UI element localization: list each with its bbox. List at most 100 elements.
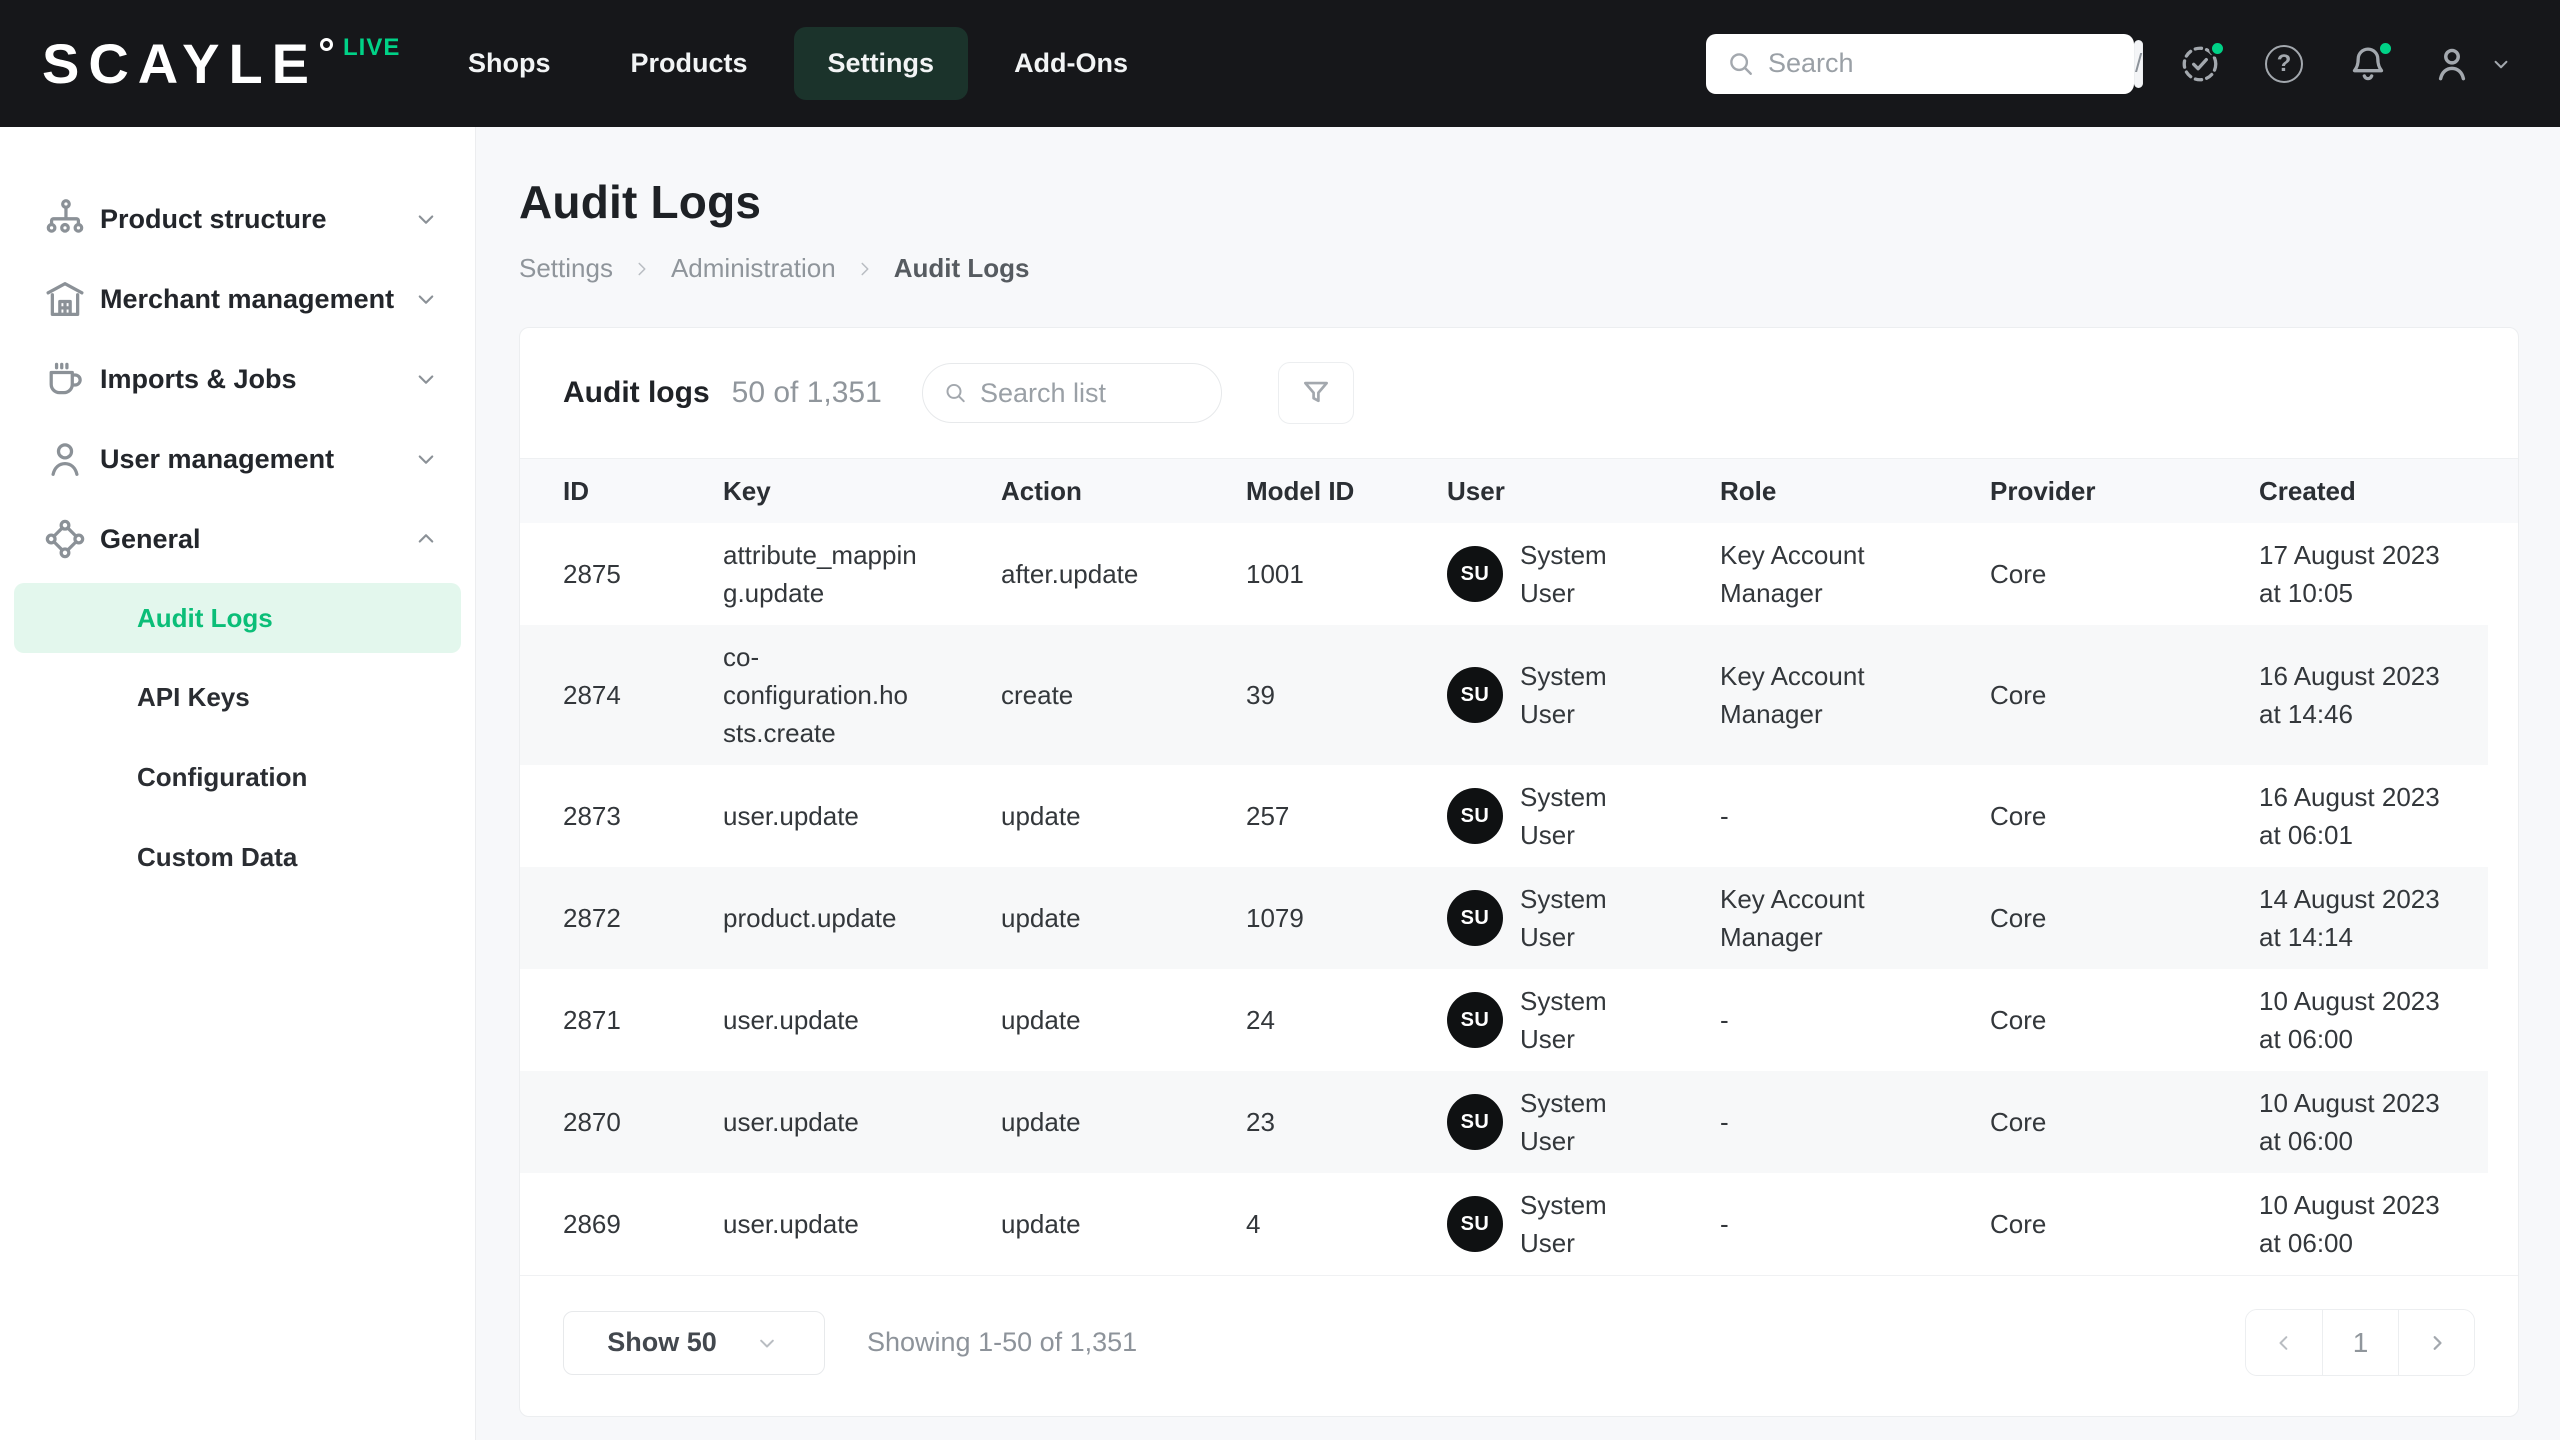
cell-provider: Core — [1990, 1005, 2047, 1035]
cell-created: 16 August 2023 at 06:01 — [2259, 782, 2440, 850]
sidebar-item-api-keys[interactable]: API Keys — [0, 657, 475, 737]
showing-range-text: Showing 1-50 of 1,351 — [867, 1327, 1138, 1357]
help-button[interactable]: ? — [2262, 42, 2306, 86]
cell-id: 2872 — [520, 867, 723, 969]
cell-action: create — [1001, 625, 1246, 765]
chevron-down-icon — [2494, 60, 2508, 68]
cell-role: Key Account Manager — [1720, 625, 1990, 765]
cell-action: update — [1001, 1071, 1246, 1173]
cell-user: SU System User — [1447, 867, 1720, 969]
column-header-key[interactable]: Key — [723, 458, 1001, 523]
chevron-down-icon — [411, 284, 441, 314]
current-page-button[interactable]: 1 — [2322, 1310, 2398, 1375]
cell-action: update — [1001, 1209, 1081, 1239]
nodes-icon — [42, 516, 92, 562]
table-row[interactable]: 2871 user.update update 24 SU System User… — [520, 969, 2518, 1071]
sidebar-item-imports-jobs[interactable]: Imports & Jobs — [0, 339, 475, 419]
next-page-button[interactable] — [2398, 1310, 2474, 1375]
sidebar-item-custom-data[interactable]: Custom Data — [0, 817, 475, 897]
page-size-select[interactable]: Show 50 — [563, 1310, 825, 1375]
cell-provider: Core — [1990, 559, 2047, 589]
column-header-action[interactable]: Action — [1001, 458, 1246, 523]
tasks-status-button[interactable] — [2178, 39, 2226, 86]
column-header-created[interactable]: Created — [2259, 458, 2488, 523]
global-search[interactable]: / — [1706, 33, 2144, 94]
cell-role: - — [1720, 1005, 1729, 1035]
row-spacer — [2488, 969, 2518, 1071]
cell-role: - — [1720, 1071, 1990, 1173]
chevron-down-icon — [411, 204, 441, 234]
cell-action: update — [1001, 867, 1246, 969]
table-row[interactable]: 2874 co-configuration.hosts.create creat… — [520, 625, 2518, 765]
cell-key: product.update — [723, 867, 1001, 969]
cell-model-id: 24 — [1246, 1005, 1275, 1035]
cell-created: 17 August 2023 at 10:05 — [2259, 540, 2440, 608]
cell-id: 2875 — [563, 559, 621, 589]
cell-model-id: 23 — [1246, 1071, 1447, 1173]
cell-key: co-configuration.hosts.create — [723, 625, 1001, 765]
cell-provider: Core — [1990, 625, 2259, 765]
global-search-input[interactable] — [1756, 48, 2134, 79]
notifications-button[interactable] — [2346, 39, 2394, 86]
table-row[interactable]: 2869 user.update update 4 SU System User … — [520, 1173, 2518, 1275]
column-header-provider[interactable]: Provider — [1990, 458, 2259, 523]
cell-user: SU System User — [1447, 625, 1720, 765]
search-icon — [1730, 52, 1752, 75]
scayle-logo[interactable]: SCAYLE LIVE — [0, 32, 434, 96]
store-icon — [42, 276, 92, 322]
table-row[interactable]: 2872 product.update update 1079 SU System… — [520, 867, 2518, 969]
logo-ring-icon — [320, 37, 334, 51]
cell-created: 10 August 2023 at 06:00 — [2259, 1071, 2488, 1173]
cell-key: user.update — [723, 1209, 859, 1239]
column-header-user[interactable]: User — [1447, 458, 1720, 523]
avatar: SU — [1447, 546, 1503, 602]
breadcrumb-administration[interactable]: Administration — [671, 253, 836, 284]
user-menu-button[interactable] — [2430, 42, 2514, 86]
cell-created: 10 August 2023 at 06:00 — [2259, 986, 2440, 1054]
cell-user: SU System User — [1447, 1071, 1720, 1173]
avatar: SU — [1447, 788, 1503, 844]
list-search[interactable] — [921, 363, 1222, 423]
table-row[interactable]: 2875 attribute_mapping.update after.upda… — [520, 523, 2518, 625]
column-header-role[interactable]: Role — [1720, 458, 1990, 523]
sidebar-item-general[interactable]: General — [0, 499, 475, 579]
filter-button[interactable] — [1277, 362, 1354, 424]
cell-model-id: 1001 — [1246, 559, 1304, 589]
cell-created: 16 August 2023 at 14:46 — [2259, 625, 2488, 765]
sidebar-item-merchant-management[interactable]: Merchant management — [0, 259, 475, 339]
card-header: Audit logs 50 of 1,351 — [520, 328, 2518, 458]
prev-page-button[interactable] — [2246, 1310, 2322, 1375]
topbar: SCAYLE LIVE Shops Products Settings Add-… — [0, 0, 2560, 127]
cell-model-id: 257 — [1246, 801, 1290, 831]
chevron-down-icon — [411, 364, 441, 394]
table-row[interactable]: 2870 user.update update 23 SU System User… — [520, 1071, 2518, 1173]
breadcrumb-separator-icon — [861, 262, 869, 275]
funnel-icon — [1303, 381, 1328, 403]
cell-user: SU System User — [1447, 969, 1720, 1071]
sidebar-item-audit-logs[interactable]: Audit Logs — [14, 583, 461, 653]
breadcrumb-separator-icon — [638, 262, 646, 275]
nav-item-addons[interactable]: Add-Ons — [980, 27, 1162, 100]
sidebar-item-product-structure[interactable]: Product structure — [0, 179, 475, 259]
column-header-id[interactable]: ID — [520, 458, 723, 523]
cell-id: 2871 — [563, 1005, 621, 1035]
avatar: SU — [1447, 667, 1503, 723]
column-header-model-id[interactable]: Model ID — [1246, 458, 1447, 523]
cell-provider: Core — [1990, 1209, 2047, 1239]
avatar: SU — [1447, 890, 1503, 946]
nav-item-settings[interactable]: Settings — [793, 27, 969, 100]
result-count: 50 of 1,351 — [731, 376, 882, 409]
nav-item-shops[interactable]: Shops — [434, 27, 585, 100]
chevron-left-icon — [2279, 1335, 2288, 1350]
search-shortcut-key: / — [2134, 39, 2144, 88]
cell-user: SU System User — [1447, 523, 1720, 625]
cell-id: 2874 — [520, 625, 723, 765]
table-row[interactable]: 2873 user.update update 257 SU System Use… — [520, 765, 2518, 867]
sidebar-item-configuration[interactable]: Configuration — [0, 737, 475, 817]
breadcrumb-settings[interactable]: Settings — [519, 253, 613, 284]
list-search-input[interactable] — [967, 377, 1201, 409]
nav-item-products[interactable]: Products — [597, 27, 782, 100]
live-badge: LIVE — [343, 33, 401, 61]
sidebar-item-user-management[interactable]: User management — [0, 419, 475, 499]
cell-action: after.update — [1001, 559, 1139, 589]
